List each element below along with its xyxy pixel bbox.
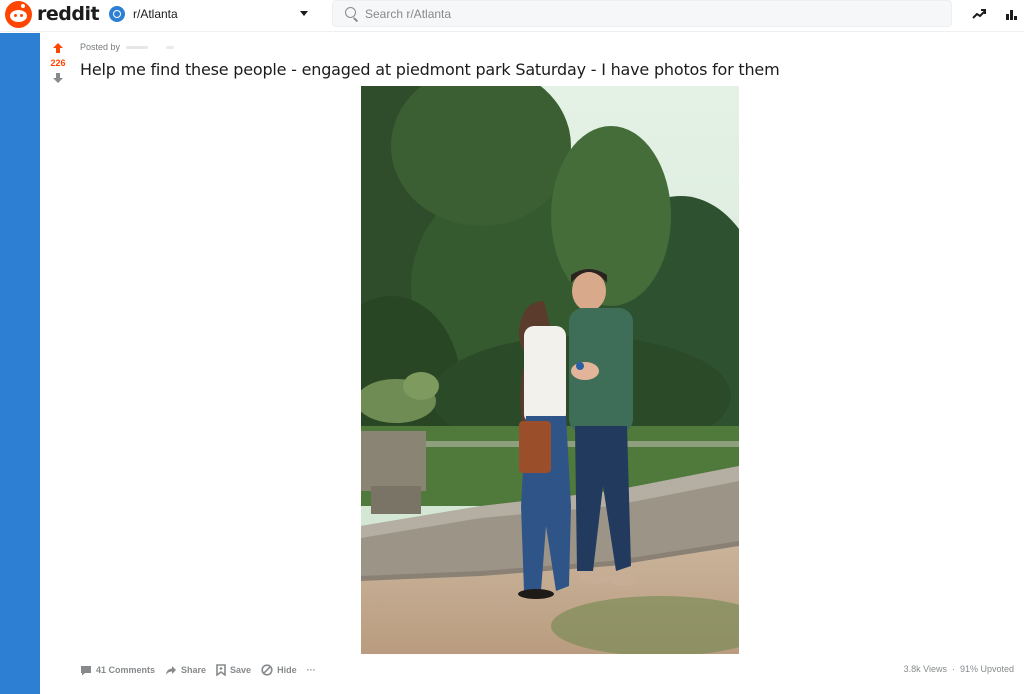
post-image[interactable] xyxy=(361,86,739,654)
post-author-line: Posted by xyxy=(80,42,175,52)
vote-score: 226 xyxy=(50,58,66,68)
reddit-snoo-icon xyxy=(5,0,32,28)
comments-label: 41 Comments xyxy=(96,665,156,675)
bookmark-icon xyxy=(216,664,226,676)
search-icon xyxy=(345,6,359,21)
save-button[interactable]: Save xyxy=(216,664,251,676)
comment-icon xyxy=(81,665,91,675)
save-label: Save xyxy=(230,665,252,675)
posted-by-label: Posted by xyxy=(80,42,121,52)
bar-chart-icon[interactable] xyxy=(1001,4,1021,24)
post-stats: 3.8k Views 91% Upvoted xyxy=(904,664,1014,674)
top-header: reddit r/Atlanta xyxy=(0,0,1024,32)
comments-button[interactable]: 41 Comments xyxy=(80,665,155,676)
subreddit-color-bar xyxy=(0,33,40,694)
views-count: 3.8k Views xyxy=(903,664,947,674)
post-title[interactable]: Help me find these people - engaged at p… xyxy=(80,60,780,79)
upvote-ratio: 91% Upvoted xyxy=(947,664,1014,674)
post-actions: 41 Comments Share Save Hide ··· xyxy=(80,662,326,678)
share-icon xyxy=(166,665,177,675)
chevron-down-icon xyxy=(300,11,308,16)
reddit-logo[interactable]: reddit xyxy=(5,0,100,28)
search-input[interactable] xyxy=(365,6,925,21)
more-label: ··· xyxy=(306,665,316,675)
hide-icon xyxy=(261,664,273,676)
share-label: Share xyxy=(181,665,207,675)
upvote-icon[interactable] xyxy=(50,40,66,56)
trending-up-icon[interactable] xyxy=(969,4,989,24)
share-button[interactable]: Share xyxy=(165,665,206,676)
vote-column: 226 xyxy=(44,40,72,86)
reddit-wordmark: reddit xyxy=(37,3,100,25)
community-dropdown[interactable]: r/Atlanta xyxy=(100,0,320,28)
community-name: r/Atlanta xyxy=(133,7,178,21)
community-icon xyxy=(109,6,125,22)
hide-label: Hide xyxy=(277,665,297,675)
downvote-icon[interactable] xyxy=(50,70,66,86)
author-redacted xyxy=(126,45,149,49)
more-options-icon[interactable]: ··· xyxy=(307,665,316,675)
timestamp-redacted xyxy=(166,45,175,49)
search-bar[interactable] xyxy=(332,0,952,27)
hide-button[interactable]: Hide xyxy=(261,664,297,676)
